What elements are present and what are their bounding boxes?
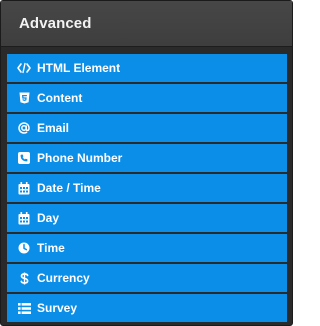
calendar-icon [17,181,31,195]
code-icon [17,61,31,75]
advanced-items-list: HTML Element Content Email Phone Number … [7,54,287,324]
calendar-icon [17,211,31,225]
item-currency[interactable]: Currency [7,264,287,292]
item-label: Day [37,211,60,225]
item-label: Phone Number [37,151,123,165]
item-label: Currency [37,271,90,285]
item-time[interactable]: Time [7,234,287,262]
item-content[interactable]: Content [7,84,287,112]
dollar-icon [17,271,31,285]
at-icon [17,121,31,135]
item-day[interactable]: Day [7,204,287,232]
clock-icon [17,241,31,255]
html5-icon [17,91,31,105]
advanced-panel: Advanced HTML Element Content Email Phon… [0,0,293,326]
item-label: Time [37,241,65,255]
item-label: HTML Element [37,61,121,75]
list-icon [17,301,31,315]
item-email[interactable]: Email [7,114,287,142]
item-label: Survey [37,301,78,315]
item-html-element[interactable]: HTML Element [7,54,287,82]
item-label: Email [37,121,70,135]
phone-icon [17,151,31,165]
item-label: Date / Time [37,181,101,195]
item-label: Content [37,91,83,105]
item-survey[interactable]: Survey [7,294,287,322]
item-phone-number[interactable]: Phone Number [7,144,287,172]
panel-title: Advanced [19,15,92,32]
panel-header[interactable]: Advanced [1,1,292,47]
item-date-time[interactable]: Date / Time [7,174,287,202]
